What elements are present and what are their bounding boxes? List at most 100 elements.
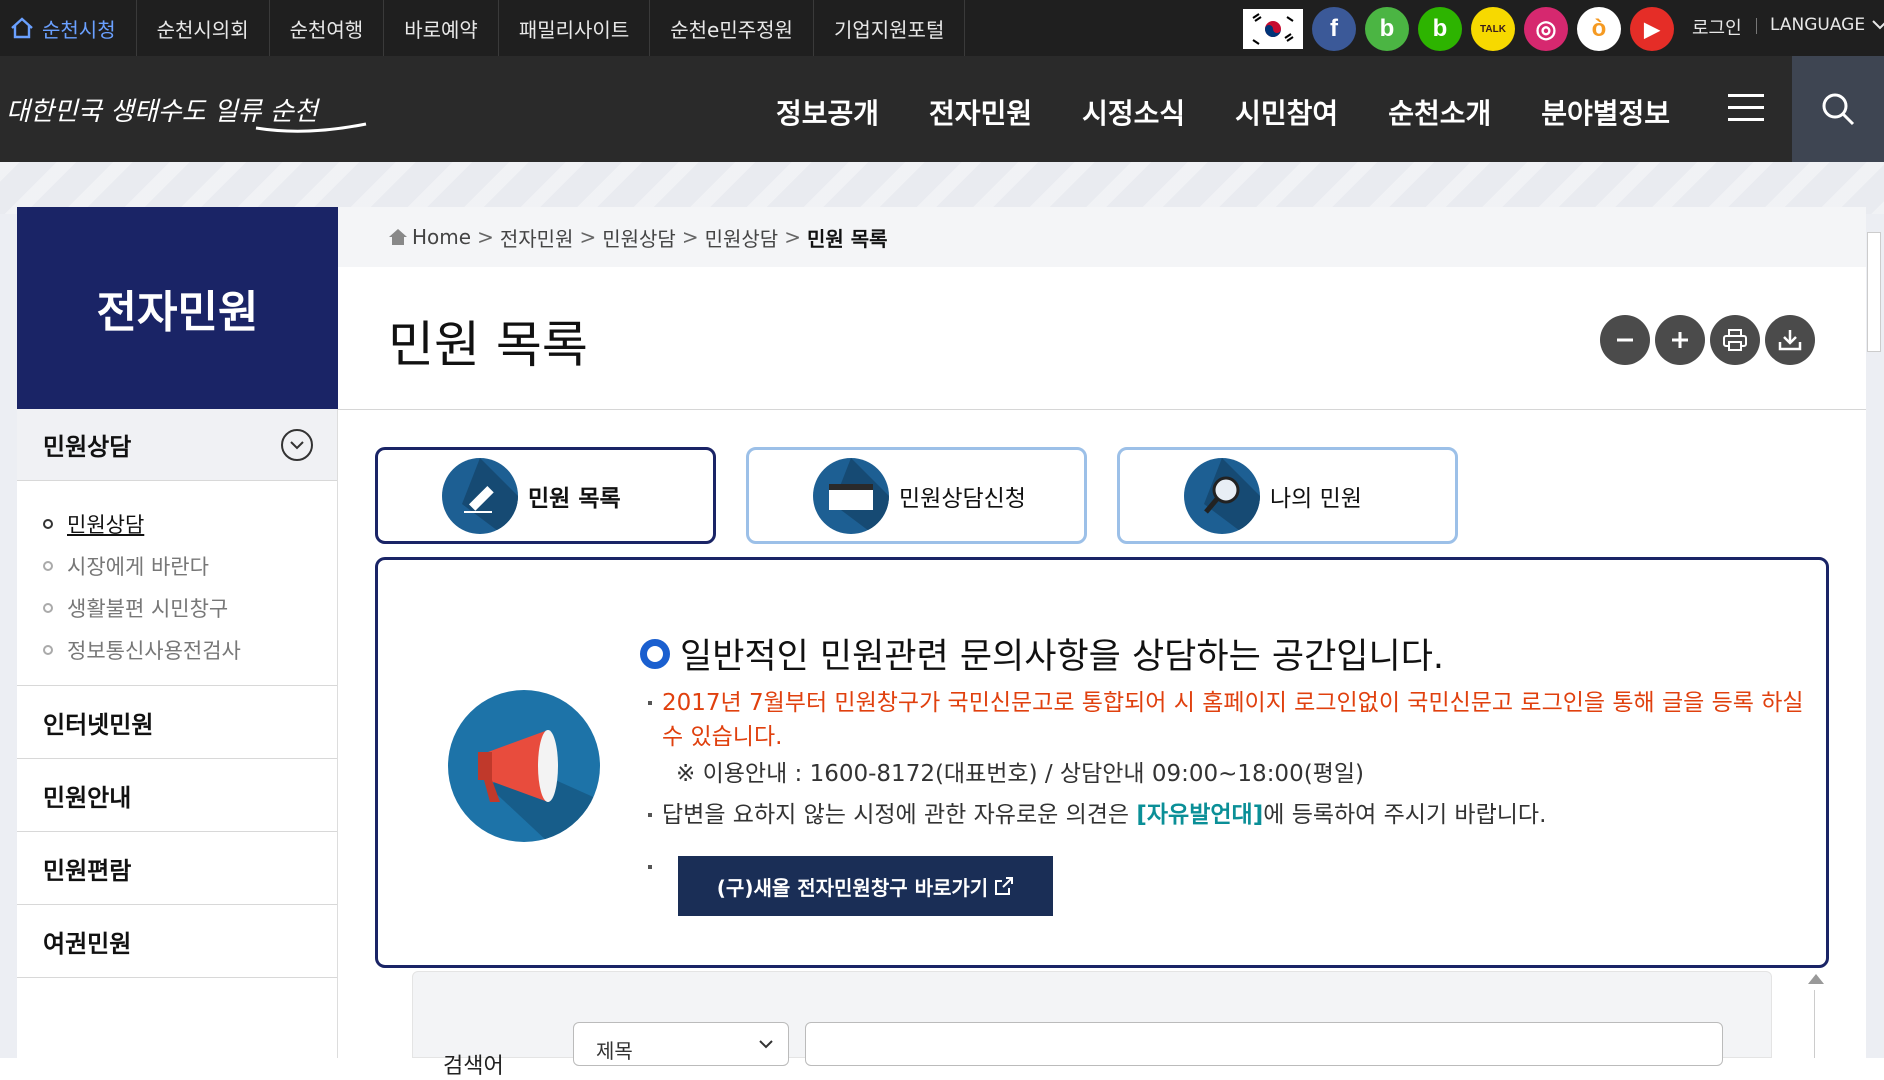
instagram-icon[interactable]: ◎ — [1524, 7, 1568, 51]
main-navigation: 정보공개 전자민원 시정소식 시민참여 순천소개 분야별정보 — [776, 92, 1720, 132]
site-logo[interactable]: 대한민국 생태수도 일류 순천 — [6, 78, 376, 144]
login-link[interactable]: 로그인 — [1692, 14, 1742, 40]
logo-text: 대한민국 생태수도 일류 순천 — [6, 97, 321, 127]
page-tools — [1600, 315, 1815, 365]
bullet-icon — [43, 561, 53, 571]
bullet-ring-icon — [640, 638, 670, 669]
chevron-down-icon — [759, 1040, 773, 1049]
language-selector[interactable]: LANGUAGE — [1770, 15, 1884, 35]
breadcrumb-item[interactable]: 민원상담 — [705, 223, 779, 252]
band-icon[interactable]: b — [1365, 7, 1409, 51]
window-icon — [813, 457, 889, 534]
link-travel[interactable]: 순천여행 — [270, 0, 385, 56]
tab-my-civil[interactable]: 나의 민원 — [1117, 447, 1458, 544]
content-tabs: 민원 목록 민원상담신청 나의 민원 — [375, 447, 1458, 544]
youtube-icon[interactable]: ▶ — [1630, 7, 1674, 51]
plus-icon — [1672, 332, 1688, 348]
divider — [1756, 18, 1757, 34]
print-button[interactable] — [1710, 315, 1760, 365]
minus-icon — [1617, 338, 1633, 342]
tab-civil-list[interactable]: 민원 목록 — [375, 447, 716, 544]
gnb-field-info[interactable]: 분야별정보 — [1541, 92, 1670, 132]
lnb-civil-handbook[interactable]: 민원편람 — [17, 832, 337, 905]
link-family-site[interactable]: 패밀리사이트 — [499, 0, 651, 56]
gnb-about[interactable]: 순천소개 — [1388, 92, 1491, 132]
zoom-in-button[interactable] — [1655, 315, 1705, 365]
chevron-down-icon — [1872, 20, 1884, 30]
printer-icon — [1723, 329, 1747, 351]
link-reservation[interactable]: 바로예약 — [384, 0, 499, 56]
download-icon — [1778, 330, 1802, 351]
gnb-info-disclosure[interactable]: 정보공개 — [776, 92, 879, 132]
facebook-icon[interactable]: f — [1312, 7, 1356, 51]
lnb-civil-guide[interactable]: 민원안내 — [17, 759, 337, 832]
divider — [338, 409, 1866, 410]
tab-label: 민원상담신청 — [899, 485, 1026, 512]
top-utility-bar: 순천시청 순천시의회 순천여행 바로예약 패밀리사이트 순천e민주정원 기업지원… — [0, 0, 1884, 56]
lnb-group-civil-consult[interactable]: 민원상담 — [17, 409, 337, 481]
hamburger-menu-icon[interactable] — [1728, 94, 1764, 122]
link-business-portal[interactable]: 기업지원포털 — [814, 0, 966, 56]
search-icon — [1822, 93, 1855, 126]
breadcrumb-separator: > — [579, 225, 597, 249]
kakaostory-icon[interactable]: ò — [1577, 7, 1621, 51]
site-header: 대한민국 생태수도 일류 순천 정보공개 전자민원 시정소식 시민참여 순천소개… — [0, 56, 1884, 162]
download-button[interactable] — [1765, 315, 1815, 365]
search-input[interactable] — [805, 1022, 1723, 1066]
family-links: 순천시청 순천시의회 순천여행 바로예약 패밀리사이트 순천e민주정원 기업지원… — [0, 0, 966, 56]
breadcrumb-separator: > — [681, 225, 699, 249]
bullet-icon — [43, 645, 53, 655]
free-speech-link[interactable]: [자유발언대] — [1136, 802, 1263, 828]
suncheon-logo-icon: 대한민국 생태수도 일류 순천 — [6, 97, 367, 133]
lnb-sub-label: 생활불편 시민창구 — [67, 597, 229, 621]
language-label: LANGUAGE — [1770, 15, 1866, 35]
social-links: f b b TALK ◎ ò ▶ — [1243, 7, 1674, 51]
link-city-council[interactable]: 순천시의회 — [137, 0, 270, 56]
link-suncheon-city[interactable]: 순천시청 — [0, 0, 137, 56]
zoom-out-button[interactable] — [1600, 315, 1650, 365]
link-democracy-garden[interactable]: 순천e민주정원 — [650, 0, 814, 56]
breadcrumb-home[interactable]: Home — [412, 225, 471, 249]
scroll-track — [1814, 990, 1815, 1058]
gnb-e-civil[interactable]: 전자민원 — [929, 92, 1032, 132]
megaphone-icon — [448, 690, 600, 842]
breadcrumb-current: 민원 목록 — [806, 226, 888, 251]
left-navigation: 전자민원 민원상담 민원상담 시장에게 바란다 생활불편 시민창구 정보통신사용… — [17, 207, 338, 1058]
pencil-icon — [442, 457, 518, 534]
scroll-up-arrow-icon[interactable] — [1808, 974, 1824, 984]
tab-consult-apply[interactable]: 민원상담신청 — [746, 447, 1087, 544]
breadcrumb-item[interactable]: 전자민원 — [500, 223, 574, 252]
breadcrumb: Home > 전자민원 > 민원상담 > 민원상담 > 민원 목록 — [338, 207, 1866, 267]
blog-icon[interactable]: b — [1418, 7, 1462, 51]
breadcrumb-item[interactable]: 민원상담 — [602, 223, 676, 252]
lnb-group-label: 민원상담 — [43, 433, 132, 461]
home-icon — [389, 229, 407, 245]
breadcrumb-separator: > — [784, 225, 801, 249]
old-civil-portal-button[interactable]: (구)새올 전자민원창구 바로가기 — [678, 856, 1053, 916]
lnb-passport[interactable]: 여권민원 — [17, 905, 337, 978]
gnb-participation[interactable]: 시민참여 — [1235, 92, 1338, 132]
lnb-sub-label: 시장에게 바란다 — [67, 555, 209, 579]
lnb-sub-living-inconvenience[interactable]: 생활불편 시민창구 — [43, 587, 337, 629]
lnb-internet-civil[interactable]: 인터넷민원 — [17, 686, 337, 759]
search-field-select[interactable]: 제목 — [573, 1022, 789, 1066]
lnb-sub-civil-consult[interactable]: 민원상담 — [43, 503, 337, 545]
lnb-sub-ask-mayor[interactable]: 시장에게 바란다 — [43, 545, 337, 587]
free-speech-guide: 답변을 요하지 않는 시정에 관한 자유로운 의견은 [자유발언대]에 등록하여… — [647, 798, 1547, 832]
breadcrumb-separator: > — [477, 225, 494, 249]
bullet-icon — [43, 519, 53, 529]
gnb-city-news[interactable]: 시정소식 — [1082, 92, 1185, 132]
magnifier-icon — [1184, 457, 1260, 534]
guide-text: 에 등록하여 주시기 바랍니다. — [1263, 802, 1547, 828]
lnb-sub-telecom-inspection[interactable]: 정보통신사용전검사 — [43, 629, 337, 671]
page-scrollbar[interactable] — [1867, 232, 1881, 352]
contact-info: ※ 이용안내 : 1600-8172(대표번호) / 상담안내 09:00~18… — [676, 761, 1364, 787]
search-button[interactable] — [1792, 56, 1884, 162]
korea-flag-icon[interactable] — [1243, 9, 1303, 49]
lnb-title: 전자민원 — [17, 207, 338, 409]
tab-label: 나의 민원 — [1270, 485, 1362, 512]
notice-text: 2017년 7월부터 민원창구가 국민신문고로 통합되어 시 홈페이지 로그인없… — [648, 686, 1822, 754]
page-title: 민원 목록 — [388, 316, 588, 374]
kakaotalk-icon[interactable]: TALK — [1471, 7, 1515, 51]
main-content: Home > 전자민원 > 민원상담 > 민원상담 > 민원 목록 민원 목록 민원 목… — [338, 207, 1866, 1079]
